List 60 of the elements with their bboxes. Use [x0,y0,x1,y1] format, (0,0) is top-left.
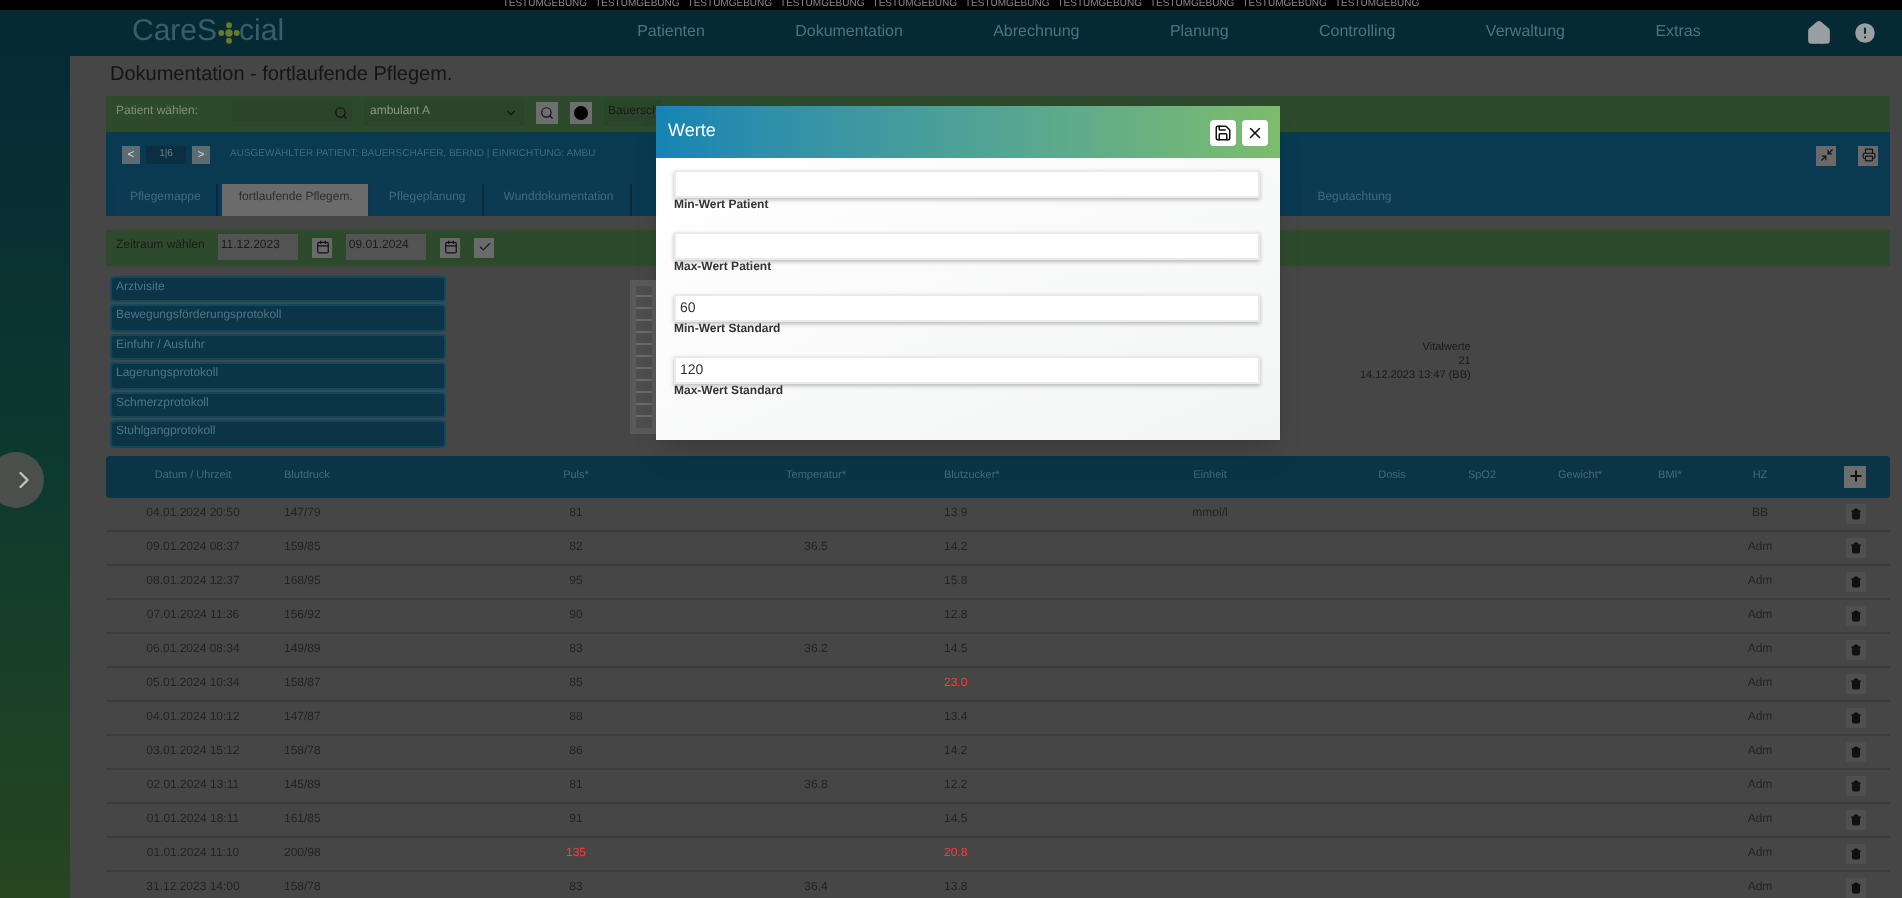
trash-icon [1849,644,1861,656]
check-icon [477,240,492,254]
calendar-icon [315,240,330,254]
plus-icon [1847,468,1863,484]
delete-button[interactable] [1845,674,1865,694]
trash-icon [1849,542,1861,554]
minimize-button[interactable] [1816,145,1836,165]
confirm-button[interactable] [474,237,495,257]
trash-icon [1849,780,1861,792]
close-icon [1246,123,1264,141]
save-icon [1214,123,1232,141]
trash-icon [1849,610,1861,622]
calendar-button[interactable] [440,237,461,257]
dialog-title: Werte [668,118,718,145]
delete-button[interactable] [1845,742,1865,762]
delete-button[interactable] [1845,606,1865,626]
value-input[interactable] [674,232,1260,260]
trash-icon [1849,814,1861,826]
flower-logo-icon [217,21,240,44]
print-button[interactable] [1858,145,1878,165]
record-button[interactable] [570,102,592,124]
alert-icon[interactable] [1852,19,1878,46]
delete-button[interactable] [1845,640,1865,660]
home-icon[interactable] [1806,19,1832,46]
nav-link[interactable]: Planung [1169,20,1229,45]
search-button[interactable] [536,102,558,124]
nav-link[interactable]: Abrechnung [993,20,1080,45]
add-button[interactable] [1844,465,1866,487]
nav-link[interactable]: Patienten [637,20,705,45]
delete-button[interactable] [1845,844,1865,864]
search-icon [334,106,348,120]
trash-icon [1849,508,1861,520]
minimize-icon [1819,148,1833,162]
delete-button[interactable] [1845,708,1865,728]
patient-search-field[interactable] [232,100,352,126]
value-input[interactable] [674,170,1260,198]
nav-link[interactable]: Dokumentation [795,20,903,45]
trash-icon [1849,678,1861,690]
nav-link[interactable]: Controlling [1318,20,1396,45]
trash-icon [1849,712,1861,724]
nav-link[interactable]: Extras [1655,20,1701,45]
calendar-icon [443,240,458,254]
save-button[interactable] [1210,119,1236,145]
trash-icon [1849,576,1861,588]
close-button[interactable] [1242,119,1268,145]
delete-button[interactable] [1845,572,1865,592]
caret-icon [504,106,518,120]
printer-icon [1861,148,1875,162]
calendar-button[interactable] [312,237,333,257]
search-icon [540,106,554,120]
delete-button[interactable] [1845,810,1865,830]
delete-button[interactable] [1845,776,1865,796]
expand-button[interactable] [0,451,44,507]
delete-button[interactable] [1845,504,1865,524]
trash-icon [1849,848,1861,860]
delete-button[interactable] [1845,878,1865,898]
trash-icon [1849,746,1861,758]
delete-button[interactable] [1845,538,1865,558]
nav-link[interactable]: Verwaltung [1485,20,1566,45]
trash-icon [1849,882,1861,894]
